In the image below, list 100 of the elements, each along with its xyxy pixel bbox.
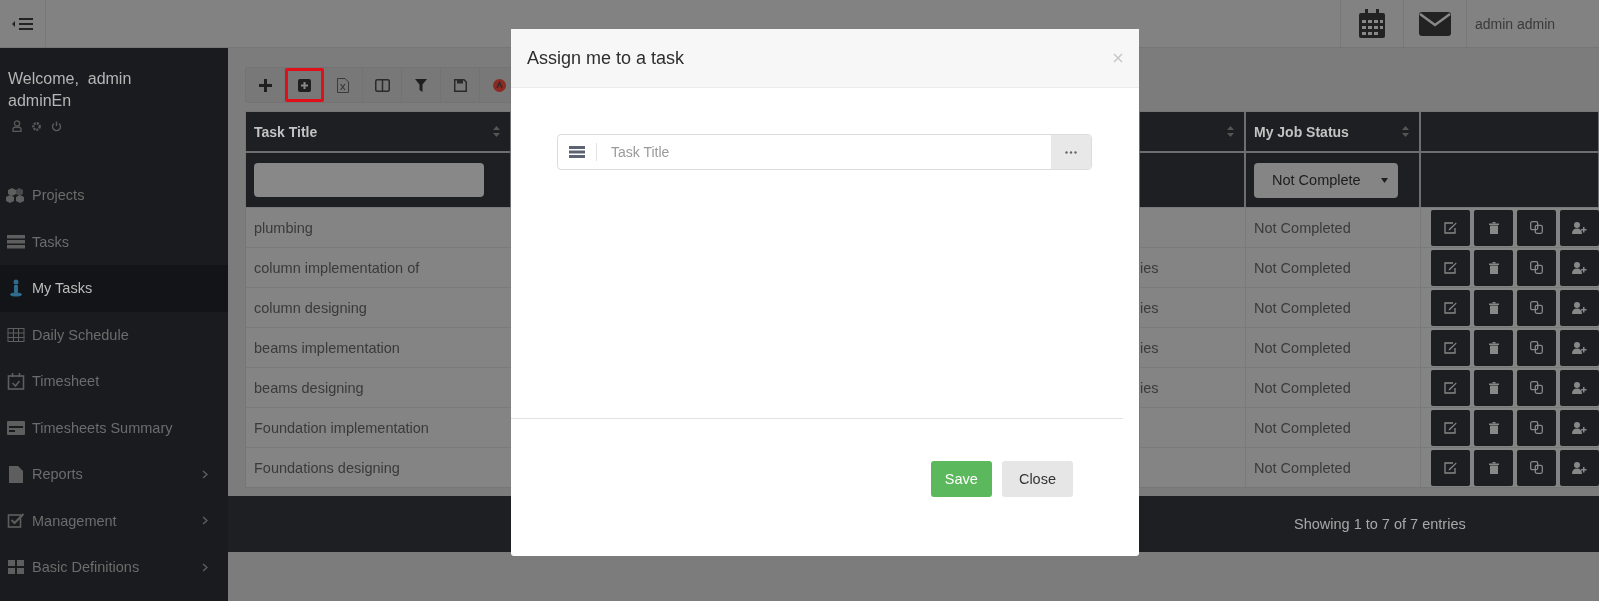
sidebar-item[interactable]: Basic Definitions <box>0 544 228 591</box>
table-cell: Not Completed <box>1254 219 1351 236</box>
add-user-icon <box>1572 301 1587 314</box>
toolbar-button[interactable] <box>285 68 324 102</box>
table-cell: Foundations designing <box>254 459 400 476</box>
edit-button[interactable] <box>1431 289 1470 326</box>
filter-input[interactable] <box>254 163 484 197</box>
sidebar-item[interactable]: Timesheets Summary <box>0 404 228 451</box>
trash-icon <box>1488 261 1499 274</box>
copy-icon <box>1530 341 1543 354</box>
list-icon <box>569 146 585 158</box>
copy-icon <box>1530 221 1543 234</box>
menu-icon[interactable] <box>11 16 34 31</box>
table-cell: Not Completed <box>1254 339 1351 356</box>
edit-button[interactable] <box>1431 409 1470 446</box>
delete-button[interactable] <box>1474 369 1513 406</box>
copy-icon <box>1530 261 1543 274</box>
delete-button[interactable] <box>1474 249 1513 286</box>
chevron-icon <box>202 516 208 526</box>
table-cell: beams designing <box>254 379 364 396</box>
delete-button[interactable] <box>1474 209 1513 246</box>
add-user-button[interactable] <box>1560 249 1599 286</box>
table-cell: column implementation of <box>254 259 420 276</box>
edit-button[interactable] <box>1431 449 1470 486</box>
task-title-field-group[interactable]: Task Title <box>557 134 1092 170</box>
copy-button[interactable] <box>1517 329 1556 366</box>
chevron-icon <box>202 469 208 479</box>
cubes-icon <box>6 187 26 204</box>
mail-icon[interactable] <box>1419 11 1451 36</box>
add-user-icon <box>1572 341 1587 354</box>
edit-button[interactable] <box>1431 209 1470 246</box>
copy-button[interactable] <box>1517 249 1556 286</box>
edit-icon <box>1444 261 1457 274</box>
copy-button[interactable] <box>1517 449 1556 486</box>
filter-icon <box>415 78 427 92</box>
tiles-icon <box>6 560 26 575</box>
edit-icon <box>1444 381 1457 394</box>
add-user-icon <box>1572 261 1587 274</box>
sidebar-item[interactable]: Tasks <box>0 218 228 265</box>
table-cell: Foundation implementation <box>254 419 429 436</box>
copy-button[interactable] <box>1517 369 1556 406</box>
copy-button[interactable] <box>1517 289 1556 326</box>
add-user-button[interactable] <box>1560 289 1599 326</box>
add-user-button[interactable] <box>1560 209 1599 246</box>
power-icon[interactable] <box>51 120 62 132</box>
add-user-button[interactable] <box>1560 369 1599 406</box>
sidebar-item[interactable]: Timesheet <box>0 358 228 405</box>
modal-title: Assign me to a task <box>527 47 685 69</box>
table-cell: Not Completed <box>1254 459 1351 476</box>
plus-icon <box>258 78 272 92</box>
trash-icon <box>1488 421 1499 434</box>
column-header[interactable]: My Job Status <box>1246 112 1421 151</box>
table-cell: Not Completed <box>1254 299 1351 316</box>
edit-button[interactable] <box>1431 369 1470 406</box>
table-icon <box>6 327 26 342</box>
delete-button[interactable] <box>1474 449 1513 486</box>
edit-icon <box>1444 461 1457 474</box>
table-cell: plumbing <box>254 219 313 236</box>
delete-button[interactable] <box>1474 289 1513 326</box>
trash-icon <box>1488 381 1499 394</box>
user-name[interactable]: admin admin <box>1466 0 1599 47</box>
copy-button[interactable] <box>1517 409 1556 446</box>
save-icon <box>453 78 467 92</box>
save-button[interactable]: Save <box>930 461 992 497</box>
copy-button[interactable] <box>1517 209 1556 246</box>
trash-icon <box>1488 301 1499 314</box>
caret-icon <box>1381 177 1388 183</box>
edit-button[interactable] <box>1431 329 1470 366</box>
settings-icon[interactable] <box>31 120 42 132</box>
plus-square-icon <box>297 78 311 92</box>
add-user-button[interactable] <box>1560 329 1599 366</box>
add-user-button[interactable] <box>1560 449 1599 486</box>
card-icon <box>6 420 26 435</box>
user-icon[interactable] <box>12 120 22 132</box>
calendar-icon[interactable] <box>1358 8 1386 39</box>
sidebar-item[interactable]: Daily Schedule <box>0 311 228 358</box>
sidebar-item[interactable]: Reports <box>0 451 228 498</box>
table-cell: Not Completed <box>1254 379 1351 396</box>
spreadsheet-file-icon <box>337 77 349 93</box>
add-user-button[interactable] <box>1560 409 1599 446</box>
calendar-check-icon <box>6 372 26 390</box>
add-user-icon <box>1572 381 1587 394</box>
edit-button[interactable] <box>1431 249 1470 286</box>
sidebar-item[interactable]: Management <box>0 497 228 544</box>
copy-icon <box>1530 301 1543 314</box>
status-filter-select[interactable]: Not Complete <box>1254 162 1398 198</box>
copy-icon <box>1530 421 1543 434</box>
sidebar-item[interactable]: Projects <box>0 172 228 219</box>
edit-icon <box>1444 301 1457 314</box>
delete-button[interactable] <box>1474 329 1513 366</box>
close-button[interactable]: Close <box>1001 461 1073 497</box>
table-cell: ies <box>1140 259 1159 276</box>
delete-button[interactable] <box>1474 409 1513 446</box>
sidebar-item[interactable]: My Tasks <box>0 265 228 312</box>
columns-icon <box>374 78 390 92</box>
edit-icon <box>1444 421 1457 434</box>
add-user-icon <box>1572 221 1587 234</box>
dots-icon <box>1065 150 1077 154</box>
copy-icon <box>1530 381 1543 394</box>
sort-icon <box>493 126 500 137</box>
